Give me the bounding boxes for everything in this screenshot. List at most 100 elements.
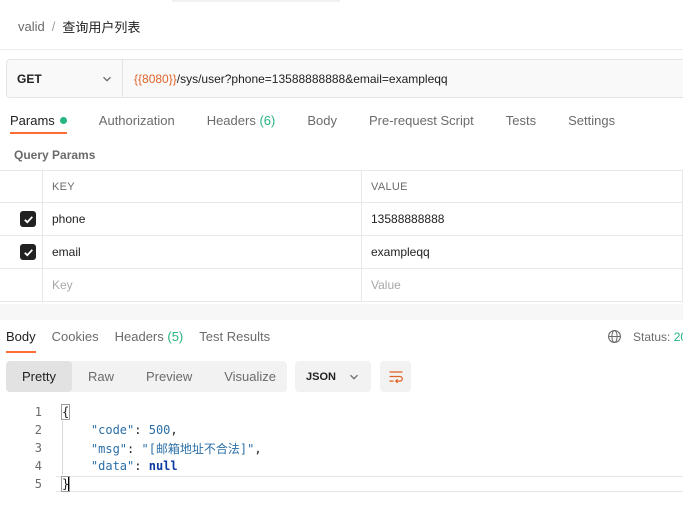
code-line: 1 { <box>0 403 683 421</box>
format-select[interactable]: JSON <box>295 361 371 392</box>
pane-resize-handle[interactable] <box>0 304 683 320</box>
query-params-title: Query Params <box>14 148 96 162</box>
params-active-dot-icon <box>59 117 67 124</box>
row-check-cell <box>0 269 43 301</box>
new-param-key-input[interactable]: Key <box>43 269 362 301</box>
response-tab-headers-count: (5) <box>167 329 184 344</box>
status-label: Status: <box>633 329 671 344</box>
query-params-table: KEY VALUE phone 13588888888 email exampl… <box>0 170 683 302</box>
format-select-value: JSON <box>306 370 336 383</box>
preview-button[interactable]: Preview <box>130 361 208 392</box>
chevron-down-icon <box>103 76 111 82</box>
tab-authorization-label: Authorization <box>98 113 175 128</box>
chevron-down-icon <box>350 374 358 380</box>
breadcrumb-request-name[interactable]: 查询用户列表 <box>62 17 140 36</box>
tab-params-label: Params <box>10 113 55 128</box>
json-comma: , <box>254 441 262 456</box>
url-environment-variable: {{8080}} <box>134 71 177 86</box>
wrap-lines-button[interactable] <box>380 361 411 392</box>
table-header-row: KEY VALUE <box>0 170 683 203</box>
wrap-lines-icon <box>389 370 403 383</box>
param-key-email[interactable]: email <box>43 236 362 268</box>
code-line: 5 } <box>0 475 683 493</box>
json-value: null <box>148 459 178 473</box>
raw-button[interactable]: Raw <box>72 361 130 392</box>
close-brace: } <box>60 476 71 492</box>
code-line: 4 "data": null <box>0 457 683 475</box>
tab-headers-count: (6) <box>259 113 276 128</box>
tab-headers-label: Headers <box>206 113 256 128</box>
json-key: "msg" <box>90 441 128 456</box>
line-number: 5 <box>34 477 42 491</box>
response-tab-cookies[interactable]: Cookies <box>52 329 99 344</box>
code-line: 2 "code": 500, <box>0 421 683 439</box>
tab-authorization[interactable]: Authorization <box>99 113 175 128</box>
json-value: 500 <box>148 423 171 437</box>
json-key: "code" <box>90 423 135 437</box>
code-text: } <box>60 476 71 492</box>
row-check-cell <box>0 236 43 268</box>
response-tab-test-results[interactable]: Test Results <box>199 329 270 344</box>
response-body-editor[interactable]: 1 { 2 "code": 500, 3 "msg": "[邮箱地址不合法]",… <box>0 403 683 493</box>
open-brace: { <box>60 404 71 420</box>
header-check-cell <box>0 171 43 202</box>
status-value[interactable]: 20 <box>674 330 683 344</box>
response-status: Status: 20 <box>607 329 683 344</box>
tab-pre-request-script-label: Pre-request Script <box>368 113 474 128</box>
param-checkbox-email[interactable] <box>20 244 36 260</box>
pretty-button[interactable]: Pretty <box>6 361 72 392</box>
column-header-key: KEY <box>43 171 362 202</box>
code-text: "data": null <box>90 459 178 473</box>
column-header-value: VALUE <box>362 171 683 202</box>
row-check-cell <box>0 203 43 235</box>
param-checkbox-phone[interactable] <box>20 211 36 227</box>
json-comma: , <box>170 423 178 437</box>
line-number: 4 <box>34 459 42 473</box>
table-row: email exampleqq <box>0 236 683 269</box>
tab-header: valid / 查询用户列表 <box>0 0 683 50</box>
tab-params[interactable]: Params <box>10 113 67 134</box>
breadcrumb-separator: / <box>51 19 56 34</box>
tab-body[interactable]: Body <box>307 113 337 128</box>
response-tab-headers[interactable]: Headers (5) <box>115 329 184 344</box>
param-key-phone[interactable]: phone <box>43 203 362 235</box>
tab-tests-label: Tests <box>505 113 537 128</box>
response-tab-headers-label: Headers <box>114 329 164 344</box>
request-tabs: Params Authorization Headers (6) Body Pr… <box>10 113 647 135</box>
tab-settings[interactable]: Settings <box>568 113 615 128</box>
response-tabs: Body Cookies Headers (5) Test Results <box>6 329 286 353</box>
json-key: "data" <box>90 459 135 473</box>
code-line: 3 "msg": "[邮箱地址不合法]", <box>0 439 683 457</box>
param-value-phone[interactable]: 13588888888 <box>362 203 683 235</box>
tab-body-label: Body <box>307 113 337 128</box>
table-row-new: Key Value <box>0 269 683 302</box>
globe-icon[interactable] <box>607 329 622 344</box>
request-url-bar: GET {{8080}}/sys/user?phone=13588888888&… <box>6 59 683 98</box>
tab-tests[interactable]: Tests <box>506 113 536 128</box>
visualize-button[interactable]: Visualize <box>208 361 292 392</box>
breadcrumb: valid / 查询用户列表 <box>18 17 140 36</box>
tab-pre-request-script[interactable]: Pre-request Script <box>369 113 474 128</box>
tab-headers[interactable]: Headers (6) <box>207 113 276 128</box>
table-row: phone 13588888888 <box>0 203 683 236</box>
open-tab-strip[interactable] <box>172 0 340 2</box>
view-mode-group: Pretty Raw Preview Visualize <box>6 361 287 392</box>
breadcrumb-collection[interactable]: valid <box>18 19 45 34</box>
code-text: "code": 500, <box>90 423 178 437</box>
code-text: { <box>60 404 71 420</box>
response-tab-body[interactable]: Body <box>6 329 36 353</box>
param-value-email[interactable]: exampleqq <box>362 236 683 268</box>
url-path: /sys/user?phone=13588888888&email=exampl… <box>176 71 448 86</box>
json-value: "[邮箱地址不合法]" <box>141 441 255 456</box>
url-input[interactable]: {{8080}}/sys/user?phone=13588888888&emai… <box>123 72 448 86</box>
line-number: 2 <box>34 423 42 437</box>
method-select[interactable]: GET <box>7 60 123 97</box>
checkmark-icon <box>23 215 33 223</box>
code-text: "msg": "[邮箱地址不合法]", <box>90 441 262 456</box>
line-number: 3 <box>34 441 42 455</box>
tab-settings-label: Settings <box>568 113 616 128</box>
checkmark-icon <box>23 248 33 256</box>
line-number: 1 <box>34 405 42 419</box>
method-label: GET <box>17 71 42 86</box>
new-param-value-input[interactable]: Value <box>362 269 683 301</box>
